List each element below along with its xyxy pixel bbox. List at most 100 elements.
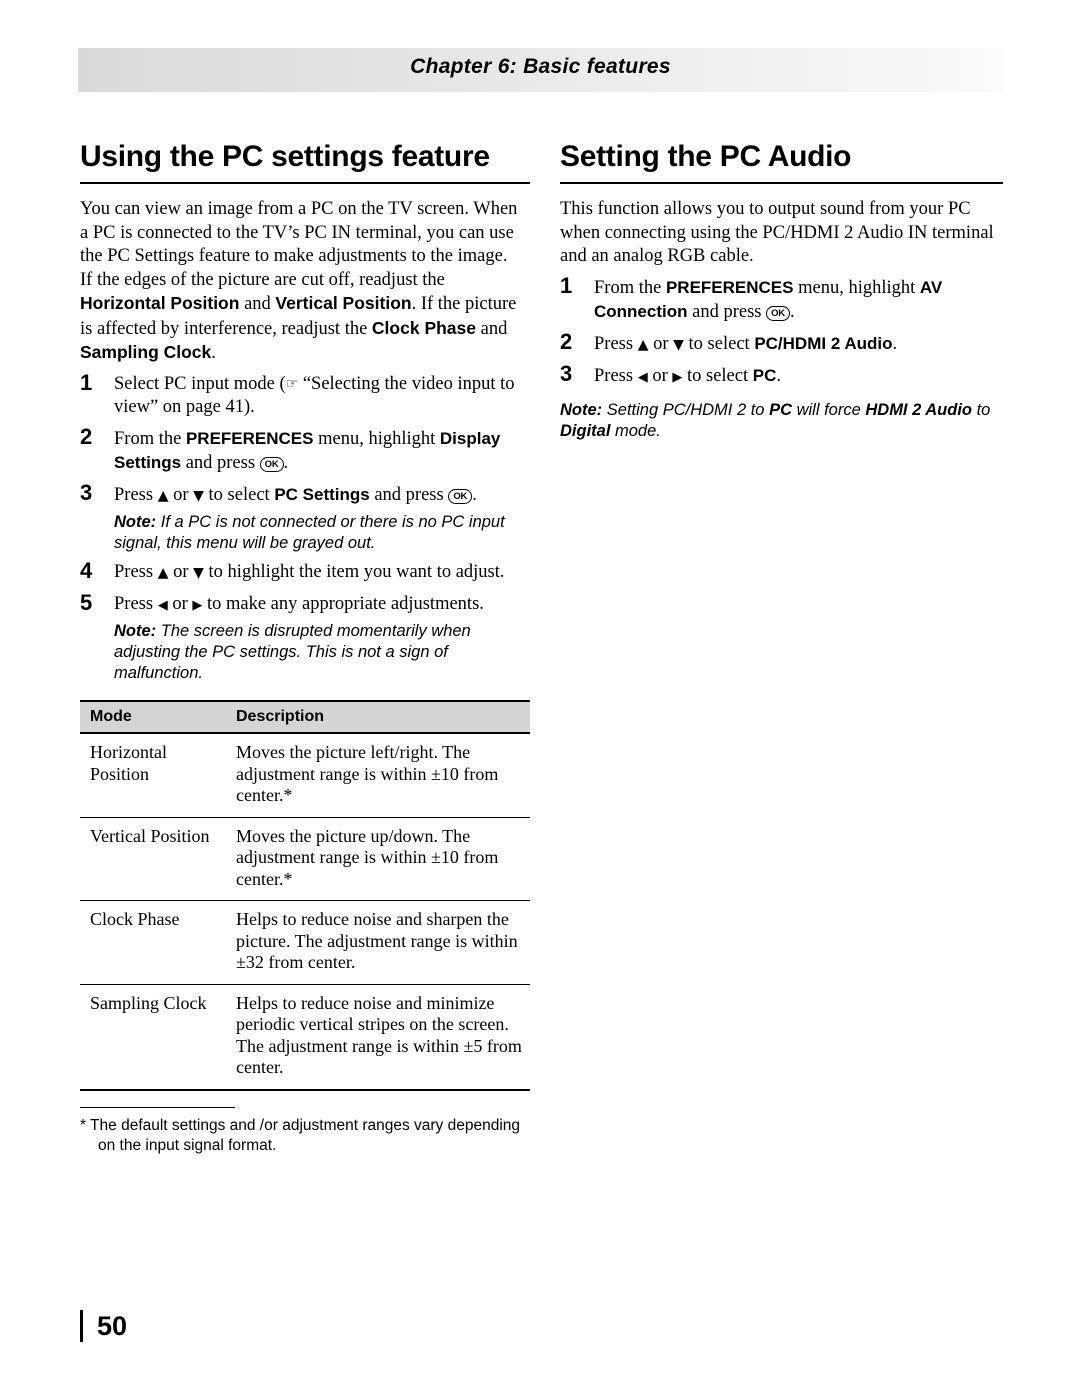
right-note: Note: Setting PC/HDMI 2 to PC will force…	[560, 400, 1003, 442]
table-cell-description: Helps to reduce noise and minimize perio…	[226, 984, 530, 1091]
right-step-3-c: to select	[682, 366, 753, 386]
right-step-2-c: to select	[683, 333, 755, 354]
right-step-1-d: .	[789, 302, 795, 322]
footnote-separator	[80, 1106, 235, 1108]
left-note-2-label: Note:	[114, 622, 157, 640]
intro2-vertical-position: Vertical Position	[275, 293, 412, 313]
left-step-3-e: .	[472, 484, 477, 505]
left-step-5-number: 5	[80, 589, 93, 615]
document-page: Chapter 6: Basic features Using the PC s…	[0, 0, 1080, 1397]
table-cell-mode: Sampling Clock	[80, 984, 226, 1091]
table-cell-mode: Clock Phase	[80, 900, 226, 985]
table-cell-description: Moves the picture left/right. The adjust…	[226, 733, 530, 818]
arrow-left-icon: ◀	[157, 597, 168, 613]
left-step-2-b: menu, highlight	[313, 428, 440, 449]
left-step-3-a: Press	[114, 484, 158, 505]
ok-button-icon: OK	[448, 488, 473, 504]
right-step-1-preferences: PREFERENCES	[665, 277, 794, 297]
right-note-pc: PC	[769, 400, 792, 419]
right-step-3-d: .	[776, 366, 781, 386]
table-header-description: Description	[226, 700, 530, 734]
left-note-1-label: Note:	[114, 513, 157, 531]
table-row: Sampling Clock Helps to reduce noise and…	[80, 984, 530, 1091]
left-step-4: 4 Press ▲ or ▼ to highlight the item you …	[80, 558, 530, 586]
left-note-1-text: If a PC is not connected or there is no …	[114, 513, 505, 552]
left-step-5: 5 Press ◀ or ▶ to make any appropriate ad…	[80, 589, 530, 618]
right-step-3: 3 Press ◀ or ▶ to select PC.	[560, 361, 1003, 390]
table-cell-mode: Vertical Position	[80, 817, 226, 901]
table-row: Horizontal Position Moves the picture le…	[80, 733, 530, 818]
chapter-title: Chapter 6: Basic features	[410, 55, 671, 78]
arrow-down-icon: ▼	[193, 487, 204, 504]
left-column: Using the PC settings feature You can vi…	[80, 140, 530, 1156]
table-cell-description: Moves the picture up/down. The adjustmen…	[226, 817, 530, 901]
left-step-5-b: or	[167, 593, 193, 614]
right-step-1-c: and press	[687, 302, 767, 322]
right-step-2-b: or	[648, 333, 674, 354]
right-step-2: 2 Press ▲ or ▼ to select PC/HDMI 2 Audio.	[560, 329, 1003, 358]
left-section-title: Using the PC settings feature	[80, 140, 490, 173]
pc-settings-modes-table: Mode Description Horizontal Position Mov…	[80, 700, 530, 1091]
left-step-1-number: 1	[80, 369, 93, 395]
left-step-3: 3 Press ▲ or ▼ to select PC Settings and …	[80, 480, 530, 509]
arrow-up-icon: ▲	[157, 487, 169, 504]
ok-button-icon: OK	[766, 306, 790, 321]
right-note-c: will force	[792, 400, 866, 419]
right-note-label: Note:	[560, 400, 603, 419]
left-step-2-a: From the	[114, 428, 186, 449]
left-step-4-b: or	[168, 562, 194, 582]
intro2-a: If the edges of the picture are cut off,…	[80, 269, 445, 290]
table-row: Vertical Position Moves the picture up/d…	[80, 817, 530, 901]
left-step-3-d: and press	[369, 484, 449, 505]
arrow-down-icon: ▼	[673, 336, 684, 353]
footnote-text: * The default settings and /or adjustmen…	[80, 1116, 521, 1154]
left-step-4-number: 4	[80, 558, 93, 583]
arrow-left-icon: ◀	[637, 370, 648, 385]
left-step-3-pc-settings: PC Settings	[274, 484, 370, 504]
arrow-right-icon: ▶	[192, 597, 203, 613]
right-note-digital: Digital	[560, 421, 611, 440]
right-step-3-b: or	[647, 366, 673, 386]
left-step-3-b: or	[168, 484, 194, 505]
intro2-i: .	[211, 343, 216, 363]
intro2-c: and	[239, 294, 276, 314]
right-intro-paragraph: This function allows you to output sound…	[560, 199, 994, 266]
right-step-1-a: From the	[594, 277, 666, 298]
left-note-2: Note: The screen is disrupted momentaril…	[80, 621, 530, 684]
table-cell-mode: Horizontal Position	[80, 733, 226, 818]
left-step-2-preferences: PREFERENCES	[185, 428, 314, 448]
left-step-2-d: .	[283, 453, 289, 473]
left-step-2-number: 2	[80, 423, 93, 449]
page-number-bar	[80, 1310, 83, 1342]
intro2-g: and	[476, 318, 508, 339]
left-step-4-a: Press	[114, 562, 158, 582]
right-step-2-pc-hdmi2-audio: PC/HDMI 2 Audio	[754, 333, 893, 353]
left-step-5-a: Press	[114, 593, 158, 614]
table-header-mode: Mode	[80, 700, 226, 734]
left-step-4-c: to highlight the item you want to adjust…	[203, 562, 505, 582]
left-note-2-text: The screen is disrupted momentarily when…	[114, 622, 471, 682]
right-note-a: Setting PC/HDMI 2 to	[602, 400, 770, 419]
arrow-right-icon: ▶	[672, 370, 683, 385]
left-intro-paragraph-2: If the edges of the picture are cut off,…	[80, 269, 530, 366]
left-step-2: 2 From the PREFERENCES menu, highlight Di…	[80, 423, 530, 476]
right-note-g: mode.	[610, 421, 661, 440]
page-number: 50	[97, 1310, 128, 1341]
right-note-e: to	[972, 400, 991, 419]
arrow-up-icon: ▲	[157, 565, 169, 581]
left-step-3-c: to select	[203, 484, 275, 505]
right-column: Setting the PC Audio This function allow…	[560, 140, 1003, 442]
left-step-1: 1 Select PC input mode (☞ “Selecting the …	[80, 369, 530, 420]
left-step-1-text-a: Select PC input mode (	[114, 373, 286, 394]
left-intro-paragraph-1: You can view an image from a PC on the T…	[80, 199, 518, 266]
right-step-1: 1 From the PREFERENCES menu, highlight AV…	[560, 272, 1003, 325]
right-step-3-number: 3	[560, 361, 573, 386]
right-step-1-number: 1	[560, 272, 573, 298]
table-header-row: Mode Description	[80, 700, 530, 734]
left-step-5-c: to make any appropriate adjustments.	[202, 593, 484, 614]
right-step-3-pc: PC	[752, 366, 777, 385]
left-title-rule	[80, 182, 530, 184]
left-note-1: Note: If a PC is not connected or there …	[80, 512, 530, 554]
table-row: Clock Phase Helps to reduce noise and sh…	[80, 900, 530, 985]
pointing-hand-icon: ☞	[285, 375, 299, 392]
